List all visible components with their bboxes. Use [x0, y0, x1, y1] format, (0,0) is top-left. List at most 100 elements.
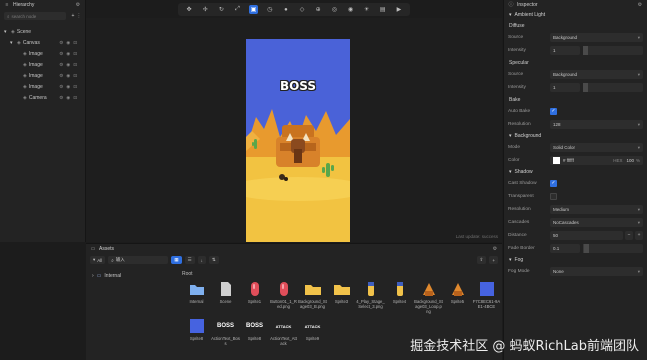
asset-tile[interactable]: 4_Play_Stage_Select_3.png: [356, 281, 385, 314]
chevron-down-icon[interactable]: ▾: [4, 29, 9, 35]
eye-icon[interactable]: ◉: [66, 84, 70, 90]
settings-icon[interactable]: ⚙: [59, 73, 63, 79]
auto-bake-checkbox[interactable]: ✓: [550, 108, 557, 115]
light-tool-button[interactable]: ☀: [362, 5, 371, 14]
diffuse-intensity-input[interactable]: 1: [550, 46, 580, 55]
cascades-select[interactable]: NoCascades ▾: [550, 218, 643, 227]
background-mode-select[interactable]: Solid Color ▾: [550, 143, 643, 152]
cast-shadow-checkbox[interactable]: ✓: [550, 180, 557, 187]
bake-resolution-select[interactable]: 128 ▾: [550, 120, 643, 129]
color-hex-value[interactable]: # ffffff: [563, 158, 574, 163]
eye-icon[interactable]: ◉: [66, 73, 70, 79]
tree-node-camera[interactable]: ◈ Camera ⚙ ◉ ⊡: [0, 92, 85, 103]
chevron-down-icon[interactable]: ▾: [10, 40, 15, 46]
eye-icon[interactable]: ◉: [66, 62, 70, 68]
hand-tool-button[interactable]: ✥: [185, 5, 194, 14]
distance-increment-button[interactable]: +: [635, 231, 643, 240]
asset-tile[interactable]: Sprite3: [327, 281, 356, 314]
scale-tool-button[interactable]: ⤢: [233, 5, 242, 14]
asset-search-input[interactable]: ⌕ 输入: [108, 256, 169, 264]
global-tool-button[interactable]: ◎: [330, 5, 339, 14]
scene-view[interactable]: BOSS Last update: success: [86, 18, 502, 242]
tree-node-image[interactable]: ◈ Image ⚙ ◉ ⊡: [0, 48, 85, 59]
tree-node-scene[interactable]: ▾ ◈ Scene: [0, 26, 85, 37]
rect-tool-button[interactable]: ▣: [249, 5, 259, 14]
asset-tile[interactable]: Sprite1: [240, 281, 269, 314]
grid-view-button[interactable]: ▦: [171, 256, 182, 264]
asset-tile[interactable]: Scene: [211, 281, 240, 314]
shadow-section[interactable]: ▾ Shadow: [504, 167, 647, 177]
asset-tile[interactable]: F7C8EC61-9AE1-4BCE: [472, 281, 501, 314]
lock-icon[interactable]: ⊡: [73, 95, 77, 101]
asset-tile[interactable]: Background_Stage03_Loop.png: [414, 281, 443, 314]
move-tool-button[interactable]: ✢: [201, 5, 210, 14]
specular-source-select[interactable]: Background ▾: [550, 70, 643, 79]
asset-tile[interactable]: BOSS ActionText_Boss: [211, 318, 240, 346]
collapse-icon[interactable]: ⋮: [76, 13, 82, 19]
sort-az-button[interactable]: ↓: [197, 256, 206, 264]
asset-filter-select[interactable]: ▾ All: [90, 256, 106, 264]
diamond-tool-button[interactable]: ◇: [298, 5, 307, 14]
lock-icon[interactable]: ⊡: [73, 73, 77, 79]
asset-tile[interactable]: Sprite8: [182, 318, 211, 346]
eye-icon[interactable]: ◉: [66, 95, 70, 101]
distance-input[interactable]: 50: [550, 231, 623, 240]
settings-icon[interactable]: ⚙: [492, 246, 498, 252]
upload-button[interactable]: ⇧: [476, 256, 487, 264]
play-tool-button[interactable]: ▶: [394, 5, 403, 14]
eye-icon[interactable]: ◉: [66, 40, 70, 46]
pivot-tool-button[interactable]: ⊕: [314, 5, 323, 14]
tree-node-image[interactable]: ◈ Image ⚙ ◉ ⊡: [0, 59, 85, 70]
color-swatch[interactable]: [553, 157, 560, 164]
diffuse-source-select[interactable]: Background ▾: [550, 33, 643, 42]
tree-node-image[interactable]: ◈ Image ⚙ ◉ ⊡: [0, 81, 85, 92]
transparent-checkbox[interactable]: [550, 193, 557, 200]
background-color-field[interactable]: # ffffff HEX 100 %: [550, 156, 643, 165]
settings-icon[interactable]: ⚙: [75, 2, 81, 8]
lock-icon[interactable]: ⊡: [73, 62, 77, 68]
asset-tile[interactable]: ATTACK Sprite9: [298, 318, 327, 346]
asset-tile[interactable]: Background_Stage03_B.png: [298, 281, 327, 314]
ambient-light-section[interactable]: ▾ Ambient Light: [504, 10, 647, 20]
color-format[interactable]: HEX: [613, 158, 622, 163]
specular-intensity-slider[interactable]: [583, 83, 643, 92]
shadow-resolution-select[interactable]: Medium ▾: [550, 205, 643, 214]
add-asset-button[interactable]: +: [489, 256, 498, 264]
eye-icon[interactable]: ◉: [66, 51, 70, 57]
asset-tile[interactable]: Sprite5: [443, 281, 472, 314]
distance-decrement-button[interactable]: −: [625, 231, 633, 240]
game-canvas[interactable]: BOSS: [246, 39, 350, 242]
settings-icon[interactable]: ⚙: [59, 95, 63, 101]
lock-icon[interactable]: ⊡: [73, 84, 77, 90]
asset-tile[interactable]: ATTACK ActionText_Attack: [269, 318, 298, 347]
circle-tool-button[interactable]: ●: [281, 5, 290, 14]
settings-icon[interactable]: ⚙: [59, 51, 63, 57]
asset-tile[interactable]: Internal: [182, 281, 211, 314]
fog-mode-select[interactable]: None ▾: [550, 267, 643, 276]
asset-tile[interactable]: BOSS Sprite8: [240, 318, 269, 346]
folder-item-internal[interactable]: › ▭ Internal: [86, 269, 177, 283]
diffuse-intensity-slider[interactable]: [583, 46, 643, 55]
hierarchy-search[interactable]: ⌕ search node: [4, 12, 66, 20]
lock-icon[interactable]: ⊡: [73, 51, 77, 57]
settings-icon[interactable]: ⚙: [59, 62, 63, 68]
settings-icon[interactable]: ⚙: [637, 2, 643, 8]
fade-border-slider[interactable]: [583, 244, 643, 253]
list-view-button[interactable]: ☰: [184, 256, 195, 264]
grid-tool-button[interactable]: ▤: [378, 5, 387, 14]
fog-section[interactable]: ▾ Fog: [504, 255, 647, 265]
hierarchy-search-input[interactable]: search node: [12, 14, 37, 19]
asset-tile[interactable]: Button01_1_Red.png: [269, 281, 298, 314]
tree-node-image[interactable]: ◈ Image ⚙ ◉ ⊡: [0, 70, 85, 81]
color-alpha[interactable]: 100: [626, 158, 634, 163]
anchor-tool-button[interactable]: ◷: [265, 5, 274, 14]
lock-icon[interactable]: ⊡: [73, 40, 77, 46]
camera-tool-button[interactable]: ◉: [346, 5, 355, 14]
rotate-tool-button[interactable]: ↻: [217, 5, 226, 14]
settings-icon[interactable]: ⚙: [59, 40, 63, 46]
settings-icon[interactable]: ⚙: [59, 84, 63, 90]
tree-node-canvas[interactable]: ▾ ◈ Canvas ⚙ ◉ ⊡: [0, 37, 85, 48]
asset-tile[interactable]: Sprite4: [385, 281, 414, 314]
sort-za-button[interactable]: ⇅: [208, 256, 219, 264]
fade-border-input[interactable]: 0.1: [550, 244, 580, 253]
